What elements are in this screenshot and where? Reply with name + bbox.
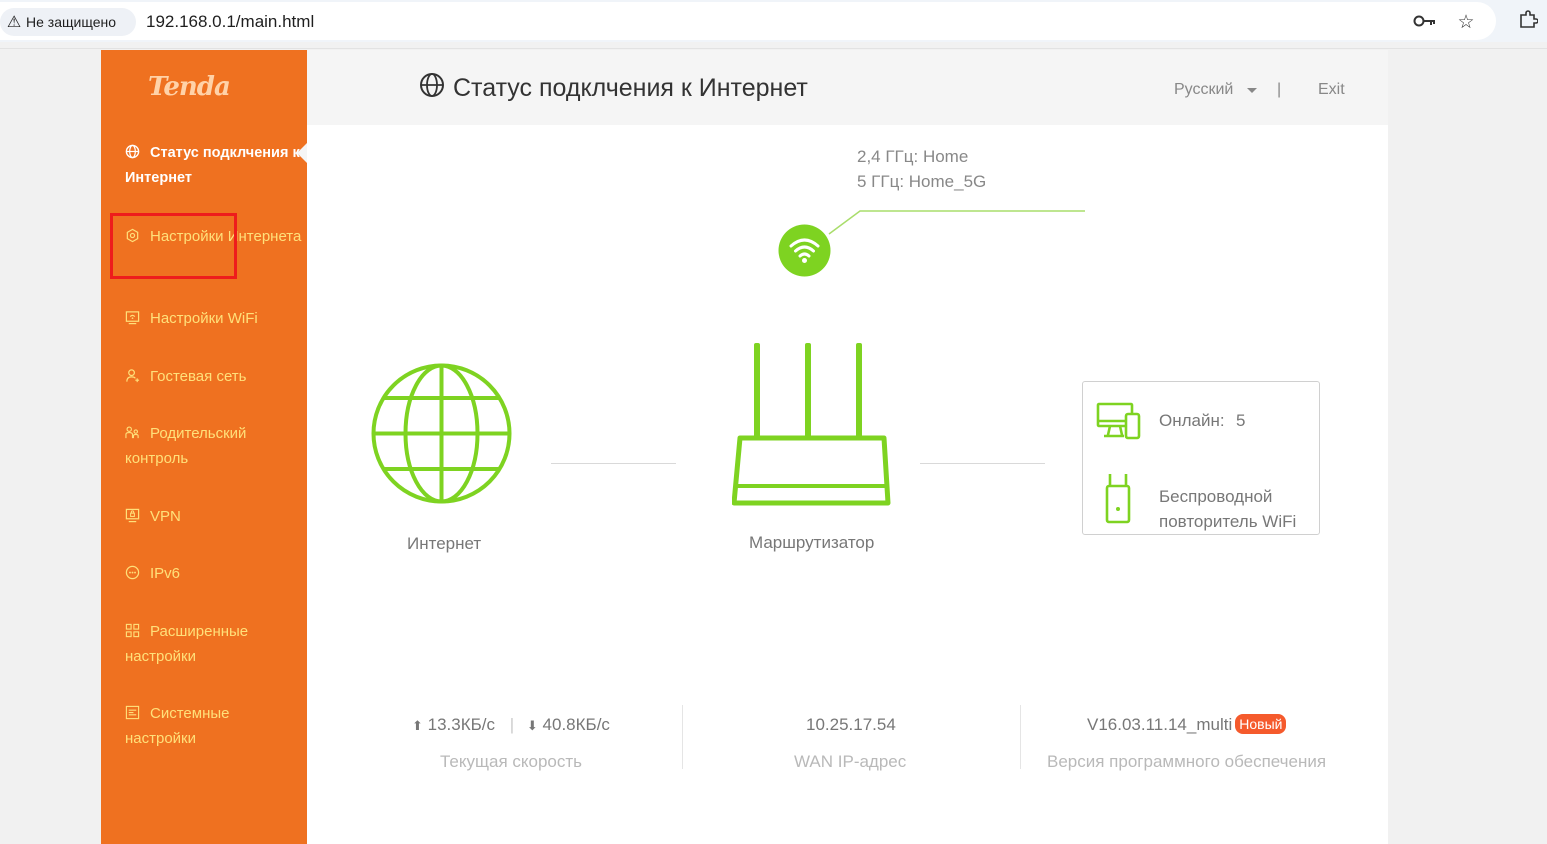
toolbar-divider (0, 48, 1547, 49)
repeater-label-line2: повторитель WiFi (1159, 512, 1297, 531)
warning-icon: ⚠ (6, 14, 22, 31)
sidebar-item-label: VPN (150, 508, 181, 525)
sidebar-item-wifi-settings[interactable]: Настройки WiFi (125, 306, 303, 331)
security-chip[interactable]: ⚠ Не защищено (0, 8, 136, 36)
sidebar-item-system-settings[interactable]: Системные настройки (125, 701, 303, 751)
security-label: Не защищено (26, 14, 116, 30)
sidebar: Tenda Статус подклчения к Интернет Настр… (101, 50, 307, 844)
chevron-down-icon[interactable] (1247, 88, 1257, 93)
sidebar-item-vpn[interactable]: VPN (125, 504, 303, 529)
star-icon[interactable]: ☆ (1454, 12, 1478, 34)
main-content: 2,4 ГГц: Home 5 ГГц: Home_5G Интернет Ма… (307, 125, 1388, 844)
new-firmware-badge[interactable]: Новый (1235, 714, 1287, 734)
sidebar-item-advanced-settings[interactable]: Расширенные настройки (125, 619, 303, 669)
internet-globe-icon (370, 362, 513, 505)
ipv6-icon (125, 563, 144, 580)
ssid-24ghz: 2,4 ГГц: Home (857, 147, 969, 166)
devices-panel[interactable]: Онлайн: 5 Беспроводной повторитель WiFi (1082, 381, 1320, 535)
router-icon (731, 343, 892, 507)
wan-ip-value: 10.25.17.54 (806, 715, 896, 734)
sidebar-item-guest-network[interactable]: Гостевая сеть (125, 364, 303, 389)
download-speed: 40.8КБ/с (542, 715, 610, 734)
browser-toolbar: ⚠ Не защищено 192.168.0.1/main.html ☆ (0, 0, 1547, 42)
active-item-pointer (297, 143, 307, 163)
globe-icon (125, 143, 144, 159)
link-internet-router (551, 463, 676, 464)
sidebar-item-parental-control[interactable]: Родительский контроль (125, 421, 303, 471)
language-select[interactable]: Русский (1174, 81, 1233, 99)
ssid-5ghz: 5 ГГц: Home_5G (857, 172, 987, 191)
parental-icon (125, 423, 144, 439)
system-icon (125, 703, 144, 720)
sidebar-item-ipv6[interactable]: IPv6 (125, 561, 303, 586)
vpn-icon (125, 506, 144, 523)
link-router-devices (920, 463, 1045, 464)
speed-label: Текущая скорость (440, 752, 583, 771)
repeater-label-line1: Беспроводной (1159, 487, 1273, 506)
highlight-box (110, 213, 237, 279)
speed-separator: | (509, 715, 515, 734)
header-separator: | (1277, 81, 1282, 98)
extension-icon[interactable] (1516, 10, 1540, 32)
download-arrow-icon: ⬇ (526, 718, 538, 733)
page-header: Статус подклчения к Интернет Русский | E… (307, 50, 1388, 125)
url-text[interactable]: 192.168.0.1/main.html (146, 12, 314, 32)
globe-icon (419, 72, 453, 105)
upload-speed: 13.3КБ/с (427, 715, 496, 734)
wifi-settings-icon (125, 308, 144, 325)
page-title-text: Статус подклчения к Интернет (453, 74, 808, 102)
sidebar-item-label: Статус подклчения к Интернет (125, 145, 300, 186)
sidebar-item-label: IPv6 (150, 565, 181, 582)
wan-ip-label: WAN IP-адрес (794, 752, 907, 771)
router-label: Маршрутизатор (749, 533, 875, 552)
sidebar-item-label: Гостевая сеть (150, 368, 247, 385)
internet-label: Интернет (407, 534, 482, 553)
sidebar-item-label: Настройки WiFi (150, 310, 258, 327)
guest-icon (125, 366, 144, 383)
tenda-logo: Tenda (148, 72, 231, 102)
exit-link[interactable]: Exit (1318, 81, 1345, 99)
page-title: Статус подклчения к Интернет (419, 72, 808, 105)
repeater-icon (1105, 472, 1131, 529)
online-label: Онлайн: (1159, 411, 1225, 430)
stats-divider (1020, 705, 1021, 769)
online-count: 5 (1236, 411, 1246, 430)
devices-icon (1096, 402, 1142, 447)
key-icon[interactable] (1413, 12, 1437, 34)
upload-arrow-icon: ⬆ (412, 718, 423, 733)
advanced-icon (125, 621, 144, 638)
firmware-label: Версия программного обеспечения (1047, 752, 1327, 771)
speed-values: ⬆ 13.3КБ/с | ⬇ 40.8КБ/с (412, 715, 610, 735)
stats-divider (682, 705, 683, 769)
firmware-version: V16.03.11.14_multi Новый (1087, 714, 1287, 735)
firmware-version-text: V16.03.11.14_multi (1087, 715, 1233, 734)
wifi-status-icon[interactable] (778, 224, 831, 277)
sidebar-item-internet-status[interactable]: Статус подклчения к Интернет (125, 141, 303, 191)
address-bar[interactable]: ⚠ Не защищено 192.168.0.1/main.html ☆ (0, 2, 1496, 40)
